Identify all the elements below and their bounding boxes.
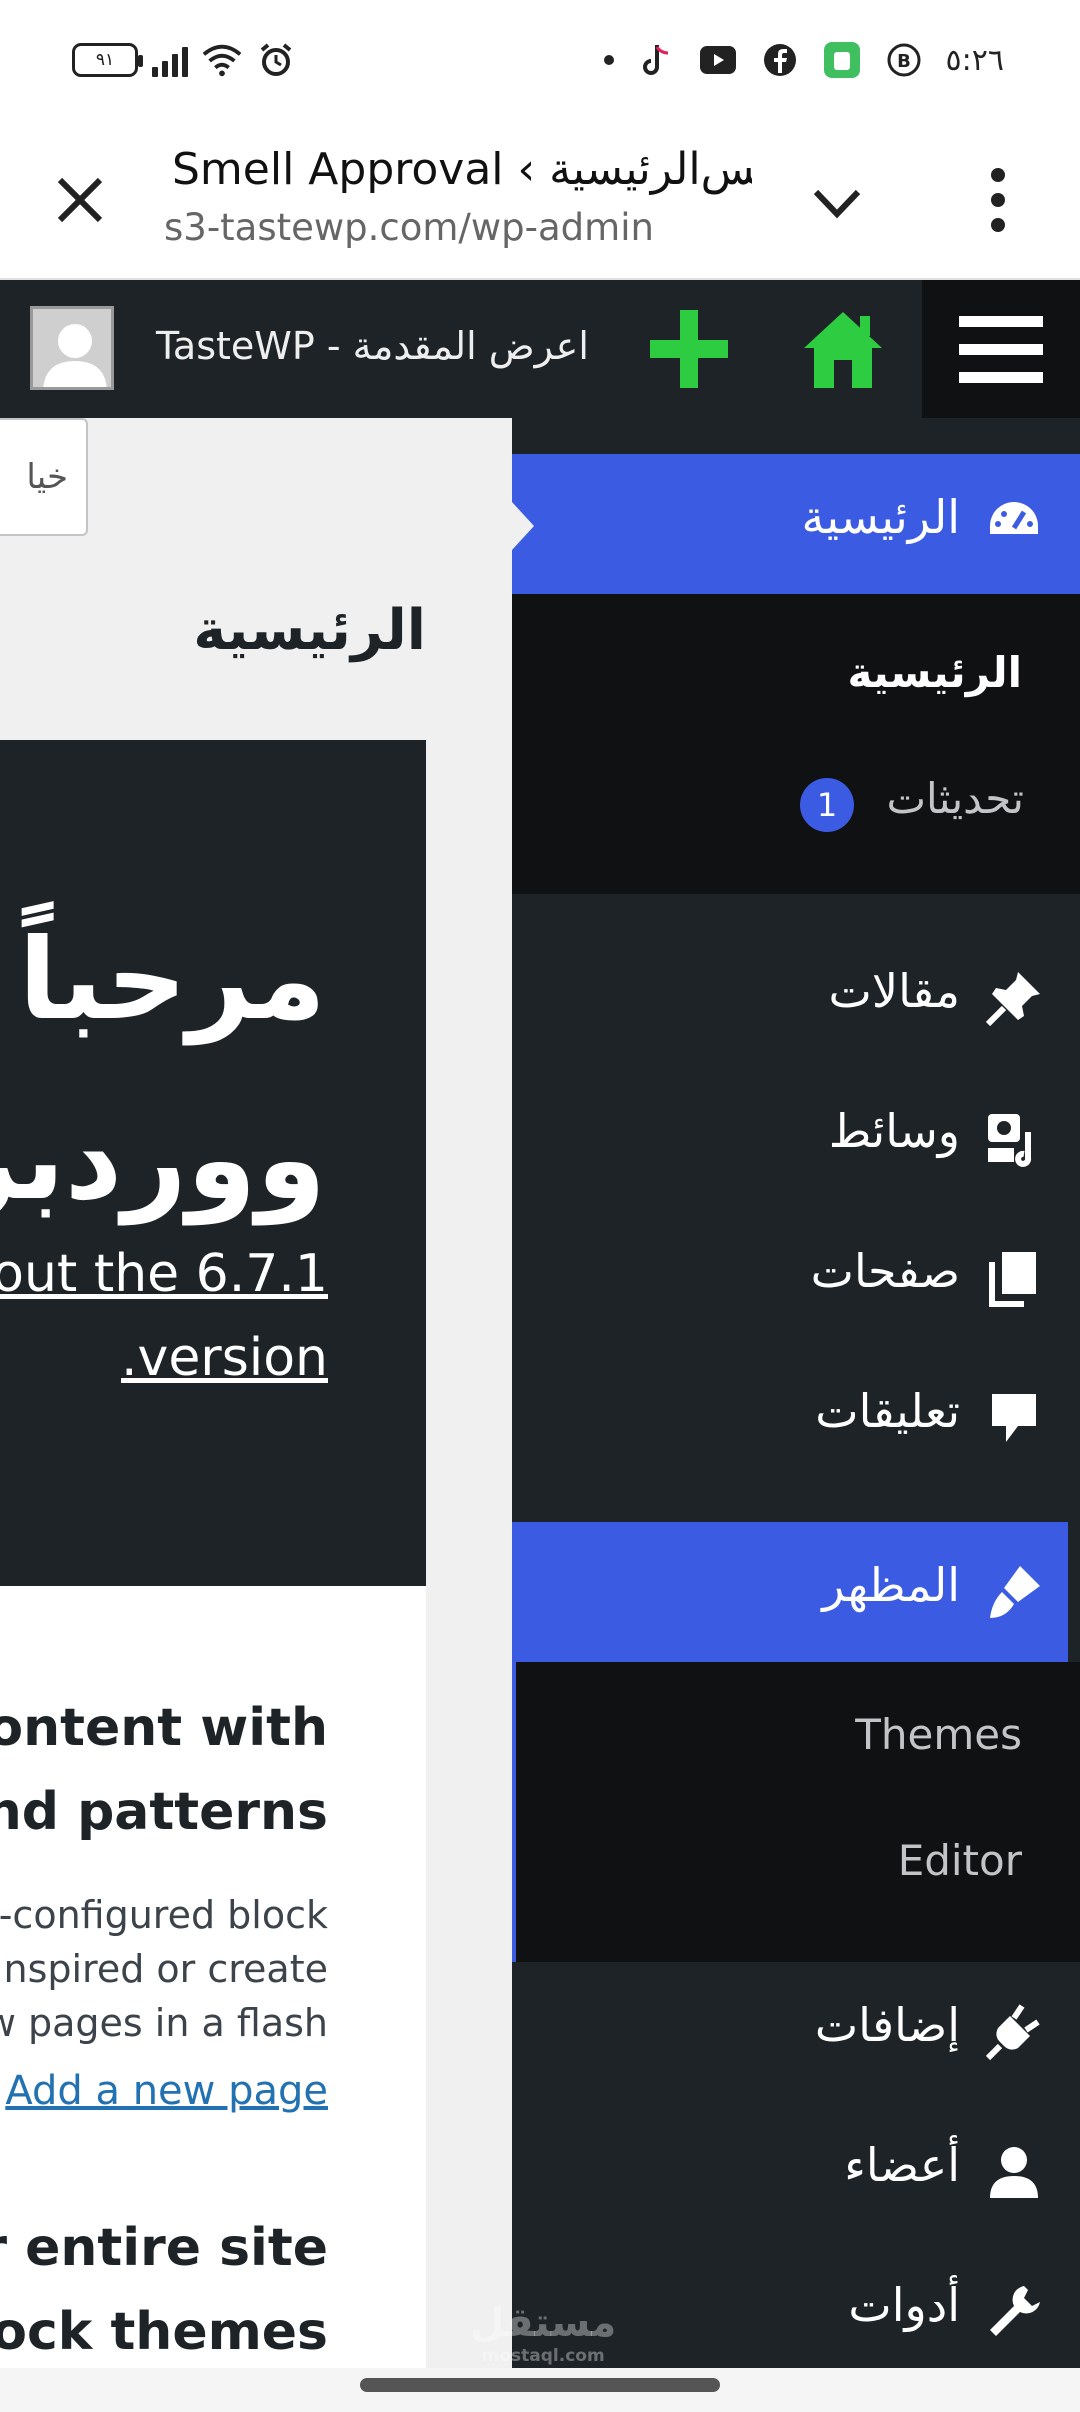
brush-icon <box>984 1562 1044 1622</box>
home-indicator[interactable] <box>360 2378 720 2392</box>
version-link[interactable]: out the 6.7.1 .version <box>0 1232 328 1400</box>
sidebar-label-dashboard: الرئيسية <box>801 490 960 544</box>
tiktok-icon <box>636 40 676 80</box>
app-icon <box>822 40 862 80</box>
submenu-item-editor[interactable]: Editor <box>898 1836 1022 1885</box>
watermark-logo: مستقل mostaql.com <box>470 2300 616 2366</box>
column-heading-line-1: content with <box>0 1698 328 1758</box>
b-icon: B <box>884 40 924 80</box>
column-text-line-1: e-configured block <box>0 1893 328 1937</box>
welcome-title: مرحباً ووردبر <box>0 890 326 1250</box>
submenu-item-themes[interactable]: Themes <box>855 1710 1022 1759</box>
column-heading: content with and patterns <box>0 1686 328 1854</box>
version-link-line-2[interactable]: .version <box>0 1316 328 1400</box>
dot-icon <box>603 55 614 65</box>
admin-sidebar: الرئيسية الرئيسية تحديثات 1 مقالات وسائط… <box>512 418 1080 2368</box>
welcome-line-2: ووردبر <box>0 1095 326 1225</box>
chevron-down-icon[interactable] <box>810 176 864 230</box>
dashboard-icon <box>984 494 1044 554</box>
add-new-page-link[interactable]: Add a new page <box>5 2068 328 2114</box>
sidebar-label-comments: تعليقات <box>815 1384 960 1438</box>
updates-count-badge: 1 <box>800 778 854 832</box>
sidebar-label-appearance: المظهر <box>822 1558 960 1612</box>
comment-icon <box>984 1388 1044 1448</box>
sidebar-label-users: أعضاء <box>844 2138 960 2192</box>
welcome-columns: content with and patterns e-configured b… <box>0 1586 426 2368</box>
sidebar-item-plugins[interactable]: إضافات <box>512 1962 1080 2102</box>
screen-options-button[interactable]: خيا <box>0 418 88 536</box>
sidebar-item-users[interactable]: أعضاء <box>512 2102 1080 2242</box>
signal-icon <box>152 43 188 77</box>
browser-bar: Smell Approval ‹ يس‌الرئيسية s3-tastewp.… <box>0 120 1080 280</box>
column-text: e-configured block inspired or create w … <box>0 1888 328 2050</box>
watermark-sub: mostaql.com <box>481 2346 605 2366</box>
watermark-text: مستقل <box>470 2300 617 2346</box>
active-menu-pointer <box>512 502 534 550</box>
version-link-line-1[interactable]: out the 6.7.1 <box>0 1232 328 1316</box>
sidebar-label-pages: صفحات <box>810 1244 960 1298</box>
welcome-panel: مرحباً ووردبر out the 6.7.1 .version <box>0 740 426 1586</box>
sidebar-item-comments[interactable]: تعليقات <box>512 1348 1080 1488</box>
column-heading-2-line-1: ur entire site <box>0 2218 328 2278</box>
dashboard-submenu: الرئيسية تحديثات 1 <box>512 594 1080 894</box>
pages-icon <box>984 1248 1044 1308</box>
column-heading-2: ur entire site lock themes <box>0 2206 328 2368</box>
sidebar-label-tools: أدوات <box>848 2278 960 2332</box>
sidebar-label-plugins: إضافات <box>814 1998 960 2052</box>
battery-icon: ٩١ <box>72 43 143 77</box>
submenu-item-updates[interactable]: تحديثات <box>886 774 1024 823</box>
status-left: ٩١ <box>72 40 296 80</box>
svg-text:B: B <box>897 51 911 72</box>
welcome-line-1: مرحباً <box>18 915 326 1045</box>
plugin-icon <box>984 2002 1044 2062</box>
sidebar-item-appearance[interactable]: المظهر <box>512 1522 1068 1662</box>
column-text-line-2: inspired or create <box>0 1947 328 1991</box>
main-content: خيا الرئيسية مرحباً ووردبر out the 6.7.1… <box>0 418 512 2368</box>
plus-icon[interactable] <box>646 306 732 392</box>
page-title: Smell Approval ‹ يس‌الرئيسية <box>172 144 752 195</box>
facebook-icon <box>760 40 800 80</box>
user-icon <box>984 2142 1044 2202</box>
sidebar-item-pages[interactable]: صفحات <box>512 1208 1080 1348</box>
more-menu-icon[interactable] <box>978 168 1018 232</box>
sidebar-item-posts[interactable]: مقالات <box>512 928 1080 1068</box>
page-heading: الرئيسية <box>193 598 426 663</box>
youtube-icon <box>698 40 738 80</box>
column-text-line-3: w pages in a flash <box>0 2001 328 2045</box>
battery-level: ٩١ <box>95 50 115 70</box>
site-name[interactable]: TasteWP - اعرض المقدمة <box>156 324 589 368</box>
sidebar-label-media: وسائط <box>828 1104 960 1158</box>
sidebar-item-media[interactable]: وسائط <box>512 1068 1080 1208</box>
status-right: B ٥:٢٦ <box>603 40 1004 80</box>
column-heading-line-2: and patterns <box>0 1782 328 1842</box>
close-icon[interactable] <box>52 172 108 228</box>
url-text[interactable]: s3-tastewp.com/wp-admin <box>164 206 654 249</box>
sidebar-item-dashboard[interactable]: الرئيسية <box>512 454 1080 594</box>
wrench-icon <box>984 2282 1044 2342</box>
menu-toggle-icon[interactable] <box>922 280 1080 418</box>
sidebar-label-posts: مقالات <box>828 964 960 1018</box>
media-icon <box>984 1108 1044 1168</box>
column-heading-2-line-2: lock themes <box>0 2302 328 2362</box>
home-icon[interactable] <box>800 308 886 392</box>
appearance-submenu: Themes Editor <box>512 1662 1080 1962</box>
wifi-icon <box>202 40 242 80</box>
wp-admin-bar: TasteWP - اعرض المقدمة <box>0 280 1080 418</box>
avatar[interactable] <box>30 306 114 390</box>
clock: ٥:٢٦ <box>945 42 1004 78</box>
submenu-item-home[interactable]: الرئيسية <box>847 648 1022 697</box>
alarm-icon <box>256 40 296 80</box>
pin-icon <box>984 968 1044 1028</box>
status-bar: ٩١ B ٥:٢٦ <box>0 0 1080 120</box>
